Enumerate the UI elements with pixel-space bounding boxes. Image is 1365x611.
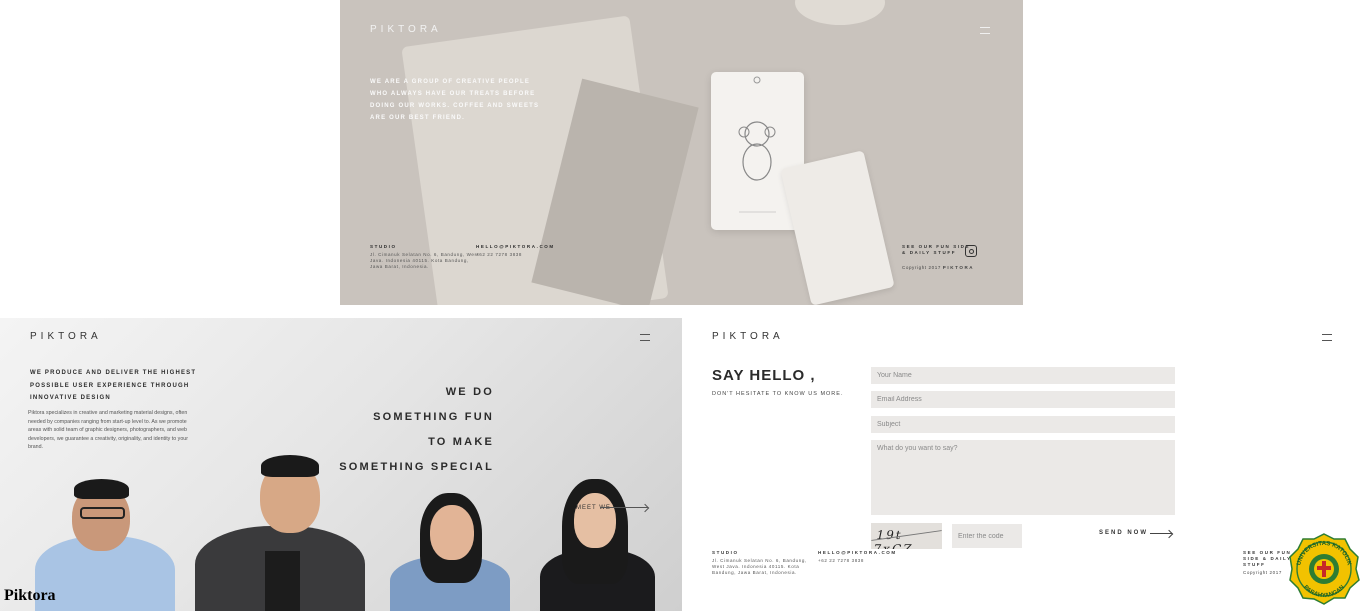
image-caption: Piktora (4, 587, 56, 604)
contact-panel: PIKTORA SAY HELLO , DON'T HESITATE TO KN… (682, 318, 1365, 611)
hamburger-menu-icon[interactable] (640, 334, 650, 341)
instagram-icon[interactable] (965, 245, 977, 257)
tagline-line: TO MAKE (428, 436, 494, 448)
phone-number: +62 22 7278 3838 (818, 558, 865, 563)
email-link[interactable]: HELLO@PIKTORA.COM (818, 550, 897, 556)
send-button[interactable]: SEND NOW (1099, 530, 1148, 536)
captcha-image: 19t 7xCZ (871, 523, 942, 549)
top-hero-panel: PIKTORA WE ARE A GROUP OF CREATIVE PEOPL… (340, 0, 1023, 305)
studio-label: STUDIO (712, 550, 739, 555)
team-member-photo (540, 479, 655, 611)
plate-decoration (795, 0, 885, 25)
brand-logo[interactable]: PIKTORA (30, 331, 102, 342)
meet-link[interactable]: MEET WE (576, 505, 611, 511)
email-link[interactable]: HELLO@PIKTORA.COM (476, 244, 555, 250)
studio-address: Jl. Cimanuk Selatan No. 6, Bandung, West… (712, 558, 807, 575)
about-panel: PIKTORA WE PRODUCE AND DELIVER THE HIGHE… (0, 318, 682, 611)
studio-address: Jl. Cimanuk Selatan No. 6, Bandung, West… (370, 252, 480, 269)
tagline-line: WE DO (445, 386, 494, 398)
message-textarea[interactable] (871, 440, 1175, 515)
team-member-photo (195, 455, 365, 611)
second-hang-tag-image (780, 150, 895, 305)
subject-input[interactable] (871, 416, 1175, 433)
studio-label: STUDIO (370, 244, 397, 249)
email-input[interactable] (871, 391, 1175, 408)
brand-logo[interactable]: PIKTORA (370, 24, 442, 35)
copyright: Copyright 2017 (1243, 570, 1282, 575)
contact-subtitle: DON'T HESITATE TO KNOW US MORE. (712, 391, 844, 397)
contact-title: SAY HELLO , (712, 367, 816, 384)
arrow-right-icon[interactable] (1150, 533, 1172, 534)
brand-logo[interactable]: PIKTORA (712, 331, 784, 342)
about-headline: WE PRODUCE AND DELIVER THE HIGHEST POSSI… (30, 370, 197, 401)
phone-number: +62 22 7278 3838 (476, 252, 523, 257)
captcha-code-input[interactable] (952, 524, 1022, 548)
tagline-line: SOMETHING FUN (373, 411, 494, 423)
arrow-right-icon[interactable] (600, 507, 648, 508)
hamburger-menu-icon[interactable] (980, 27, 990, 34)
team-member-photo (390, 493, 510, 611)
intro-text: WE ARE A GROUP OF CREATIVE PEOPLE WHO AL… (370, 79, 540, 121)
copyright: Copyright 2017 PIKTORA (902, 265, 975, 270)
hamburger-menu-icon[interactable] (1322, 334, 1332, 341)
university-seal-logo: UNIVERSITAS KATOLIK PARAHYANGAN (1289, 533, 1360, 605)
name-input[interactable] (871, 367, 1175, 384)
about-description: Piktora specializes in creative and mark… (28, 410, 188, 450)
follow-text: SEE OUR FUN SIDE & DAILY STUFF (902, 244, 971, 255)
